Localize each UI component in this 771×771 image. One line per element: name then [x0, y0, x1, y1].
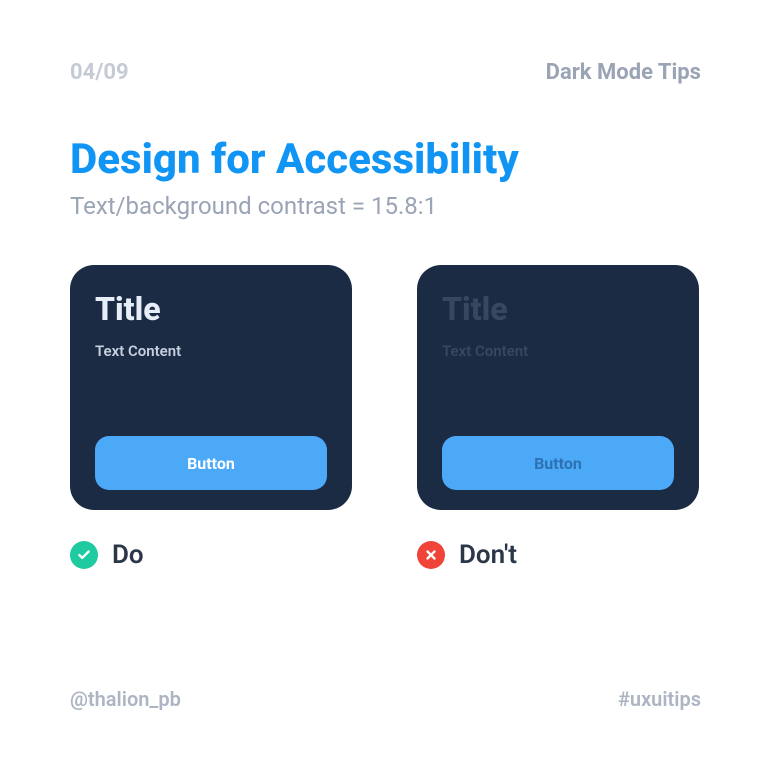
label-dont-text: Don't: [459, 540, 517, 570]
labels-row: Do Don't: [70, 540, 701, 570]
card-title: Title: [442, 290, 674, 328]
cards-row: Title Text Content Button Title Text Con…: [70, 265, 701, 510]
label-do-text: Do: [112, 540, 144, 570]
category-label: Dark Mode Tips: [546, 60, 701, 85]
check-icon: [70, 541, 98, 569]
page-number: 04/09: [70, 60, 129, 85]
label-dont: Don't: [417, 540, 699, 570]
footer-row: @thalion_pb #uxuitips: [70, 687, 701, 711]
cross-icon: [417, 541, 445, 569]
author-handle: @thalion_pb: [70, 687, 181, 711]
page-subtitle: Text/background contrast = 15.8:1: [70, 192, 701, 220]
label-do: Do: [70, 540, 352, 570]
example-card-dont: Title Text Content Button: [417, 265, 699, 510]
card-text: Text Content: [95, 342, 327, 360]
card-button[interactable]: Button: [442, 436, 674, 490]
header-row: 04/09 Dark Mode Tips: [70, 60, 701, 85]
card-text: Text Content: [442, 342, 674, 360]
hashtag: #uxuitips: [618, 687, 701, 711]
card-title: Title: [95, 290, 327, 328]
example-card-do: Title Text Content Button: [70, 265, 352, 510]
page-title: Design for Accessibility: [70, 135, 701, 184]
card-button[interactable]: Button: [95, 436, 327, 490]
